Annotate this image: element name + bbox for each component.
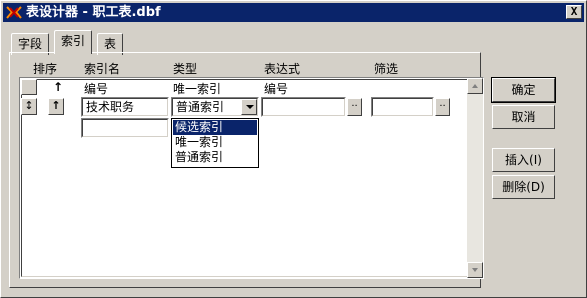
type-dropdown-button[interactable] [241, 99, 257, 115]
column-header-sort: 排序 [33, 62, 58, 76]
delete-button[interactable]: 删除(D) [492, 175, 555, 199]
index-name-cell: 编号 [84, 82, 109, 96]
dropdown-option[interactable]: 候选索引 [173, 120, 257, 135]
index-name-input[interactable]: 技术职务 [81, 97, 169, 117]
column-header-expression: 表达式 [264, 62, 301, 76]
ok-button[interactable]: 确定 [491, 77, 556, 103]
column-header-index-name: 索引名 [84, 62, 121, 76]
tab-indexes[interactable]: 索引 [54, 30, 93, 54]
dropdown-option[interactable]: 唯一索引 [173, 135, 257, 150]
index-expression-cell: 编号 [264, 82, 289, 96]
row-selector[interactable] [21, 79, 37, 95]
column-header-filter: 筛选 [374, 62, 399, 76]
move-updown-icon: ↕ [24, 99, 34, 112]
close-icon: X [570, 5, 578, 18]
scroll-down-icon [472, 268, 478, 272]
index-filter-input[interactable] [371, 97, 434, 117]
expression-builder-button[interactable]: .. [347, 98, 362, 116]
table-designer-icon [6, 6, 22, 19]
table-designer-window: 表设计器 - 职工表.dbf X 字段 索引 表 排序 索引名 类型 表达式 筛… [0, 0, 587, 298]
vertical-scrollbar[interactable] [467, 78, 483, 278]
close-button[interactable]: X [566, 5, 582, 19]
scroll-up-icon [472, 84, 478, 88]
sort-ascending-icon[interactable]: ↑ [53, 80, 63, 94]
scroll-down-button[interactable] [467, 262, 483, 278]
scroll-up-button[interactable] [467, 78, 483, 94]
column-header-type: 类型 [173, 62, 198, 76]
new-index-name-input[interactable] [81, 118, 169, 138]
window-title: 表设计器 - 职工表.dbf [26, 5, 161, 20]
filter-builder-button[interactable]: .. [435, 98, 450, 116]
dropdown-option[interactable]: 普通索引 [173, 150, 257, 165]
index-expression-input[interactable] [261, 97, 346, 117]
sort-direction-button[interactable]: ↑ [48, 98, 64, 115]
chevron-down-icon [246, 105, 254, 109]
title-bar: 表设计器 - 职工表.dbf X [3, 3, 584, 22]
index-type-cell: 唯一索引 [173, 82, 222, 96]
index-type-dropdown-list: 候选索引 唯一索引 普通索引 [171, 118, 259, 168]
sort-ascending-icon: ↑ [51, 99, 61, 112]
cancel-button[interactable]: 取消 [492, 105, 555, 129]
insert-button[interactable]: 插入(I) [492, 148, 555, 172]
row-mover-handle[interactable]: ↕ [21, 98, 37, 115]
